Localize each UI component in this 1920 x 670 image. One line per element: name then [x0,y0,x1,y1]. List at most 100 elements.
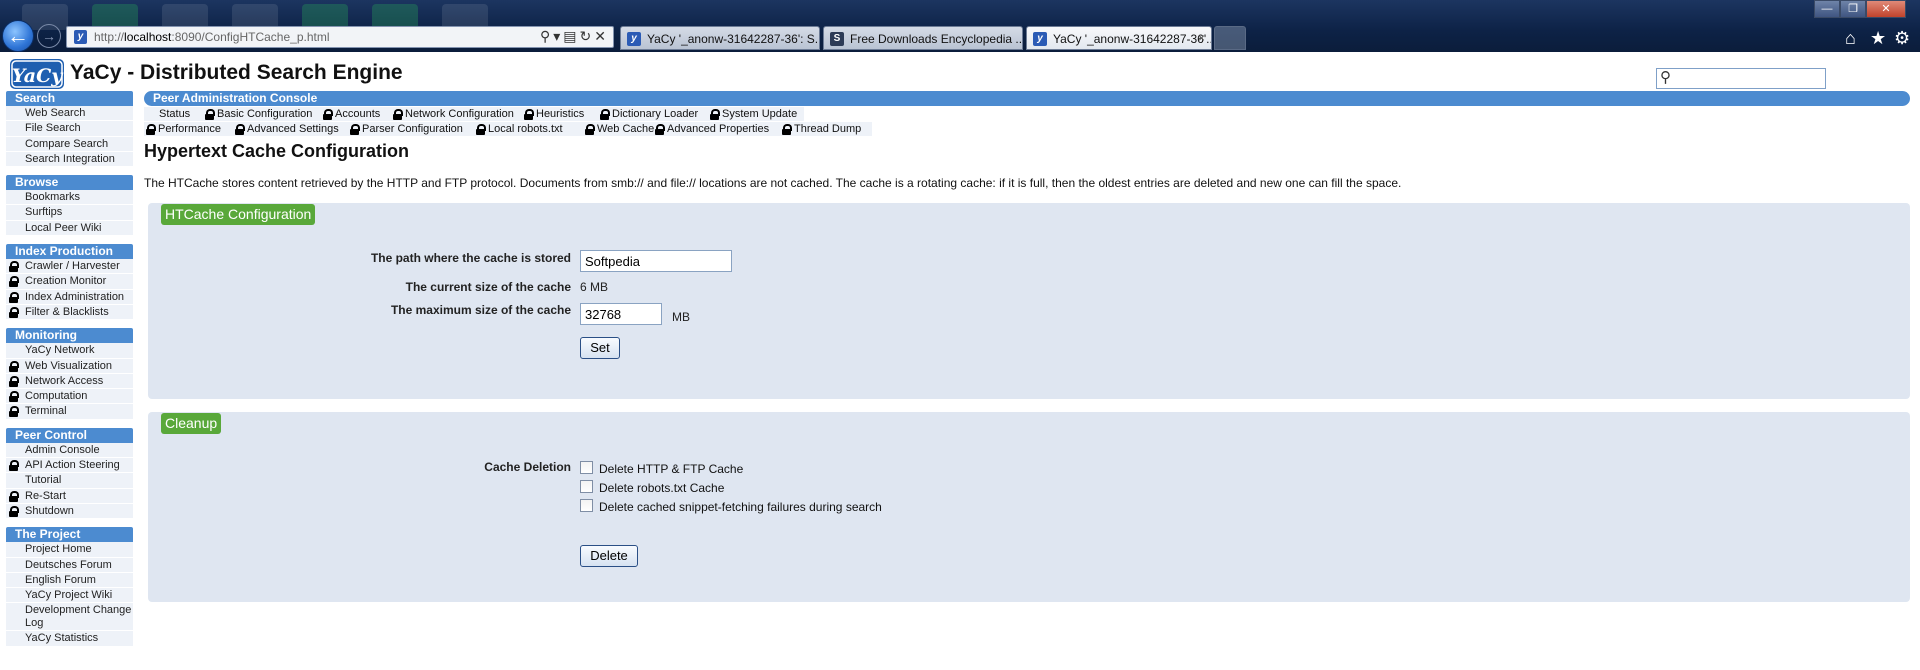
delete-http-ftp-option[interactable]: Delete HTTP & FTP Cache [580,461,743,476]
sidebar-item[interactable]: English Forum [6,572,133,589]
admin-nav-item[interactable]: Advanced Settings [235,122,339,136]
sidebar-item[interactable]: Re-Start [6,488,133,504]
admin-nav-item[interactable]: Advanced Properties [655,122,769,136]
delete-robots-checkbox[interactable] [580,480,593,494]
window-close-icon[interactable]: ✕ [1866,0,1906,18]
sidebar-item[interactable]: File Search [6,121,133,137]
sidebar-item[interactable]: Computation [6,389,133,405]
site-title: YaCy - Distributed Search Engine [70,61,403,84]
sidebar-item[interactable]: YaCy Project Wiki [6,588,133,604]
delete-http-ftp-checkbox[interactable] [580,461,593,475]
browser-tab[interactable]: S Free Downloads Encyclopedia ... [823,26,1023,50]
sidebar-item-label: Re-Start [25,489,66,502]
sidebar-item[interactable]: Shutdown [6,503,133,520]
delete-snippet-failures-checkbox[interactable] [580,499,593,513]
admin-nav-item[interactable]: Performance [146,122,221,136]
lock-icon [600,109,610,120]
sidebar-item[interactable]: Development Change Log [6,603,133,632]
search-icon[interactable]: ⚲ [540,28,553,44]
sidebar-item-label: English Forum [25,573,96,586]
admin-nav-item[interactable]: Accounts [323,107,380,121]
sidebar-item[interactable]: Project Home [6,542,133,558]
lock-icon [393,109,403,120]
cache-deletion-label: Cache Deletion [484,460,571,474]
admin-nav-label: Heuristics [536,108,585,120]
sidebar-item[interactable]: Network Access [6,373,133,390]
dropdown-icon[interactable]: ▾ [553,28,563,44]
lock-icon [655,124,665,135]
lock-icon [146,124,156,135]
refresh-icon[interactable]: ↻ [580,28,595,44]
admin-nav-item[interactable]: Local robots.txt [476,122,563,136]
admin-nav-item[interactable]: Web Cache [585,122,654,136]
sidebar-item[interactable]: Local Peer Wiki [6,220,133,237]
delete-robots-option[interactable]: Delete robots.txt Cache [580,480,724,495]
sidebar-item[interactable]: Tutorial [6,473,133,489]
sidebar-item[interactable]: Filter & Blacklists [6,304,133,321]
sidebar-item[interactable]: Bookmarks [6,190,133,206]
admin-nav-item[interactable]: Status [159,107,190,121]
admin-nav-item[interactable]: System Update [710,107,797,121]
max-size-unit: MB [672,310,690,324]
admin-nav-item[interactable]: Thread Dump [782,122,861,136]
address-bar-buttons[interactable]: ⚲▾▤↻✕ [540,28,609,45]
svg-text:YaCy: YaCy [12,65,65,87]
admin-nav-label: Local robots.txt [488,123,563,135]
delete-snippet-failures-option[interactable]: Delete cached snippet-fetching failures … [580,499,882,514]
sidebar-heading: Monitoring [6,328,133,344]
yacy-logo[interactable]: YaCy [9,57,65,91]
sidebar-item-label: Web Visualization [25,359,113,372]
new-tab-button[interactable] [1214,26,1246,50]
admin-nav-item[interactable]: Network Configuration [393,107,514,121]
address-bar[interactable]: y http://localhost:8090/ConfigHTCache_p.… [66,26,614,48]
browser-tab-active[interactable]: y YaCy '_anonw-31642287-36'... × [1026,26,1212,50]
lock-icon [782,124,792,135]
sidebar-item-label: Development Change Log [25,604,132,630]
sidebar-item[interactable]: Index Administration [6,289,133,305]
yacy-favicon-icon: y [1033,32,1047,46]
sidebar-item[interactable]: Crawler / Harvester [6,259,133,275]
sidebar-item[interactable]: Web Visualization [6,358,133,374]
stop-icon[interactable]: ✕ [594,28,609,44]
yacy-favicon-icon: y [74,30,87,44]
sidebar-item[interactable]: Admin Console [6,442,133,459]
tab-close-icon[interactable]: × [1198,31,1205,45]
top-search-input[interactable]: ⚲ [1656,68,1826,89]
address-url[interactable]: http://localhost:8090/ConfigHTCache_p.ht… [94,30,330,44]
cache-path-input[interactable] [580,250,732,272]
sidebar-item[interactable]: Terminal [6,404,133,420]
admin-nav-label: Status [159,108,191,120]
restore-icon[interactable]: ❐ [1840,0,1866,18]
sidebar-item[interactable]: Compare Search [6,136,133,152]
sidebar-item[interactable]: Deutsches Forum [6,557,133,573]
yacy-favicon-icon: y [627,32,641,46]
delete-button[interactable]: Delete [580,545,638,567]
sidebar-item[interactable]: Web Search [6,106,133,122]
browser-tab[interactable]: y YaCy '_anonw-31642287-36': S... [620,26,820,50]
home-icon[interactable]: ⌂ [1845,28,1856,49]
lock-icon [9,306,19,318]
compat-view-icon[interactable]: ▤ [563,28,579,44]
forward-icon[interactable]: → [37,24,61,48]
sidebar-item[interactable]: YaCy Statistics [6,631,133,647]
admin-nav-item[interactable]: Dictionary Loader [600,107,698,121]
sidebar-heading: Browse [6,175,133,191]
back-icon[interactable]: ← [2,20,34,52]
set-button[interactable]: Set [580,337,620,359]
admin-nav-item[interactable]: Basic Configuration [205,107,312,121]
admin-nav-item[interactable]: Parser Configuration [350,122,463,136]
sidebar-item[interactable]: Surftips [6,205,133,221]
sidebar-item-label: Deutsches Forum [25,558,112,571]
max-size-input[interactable] [580,303,662,325]
admin-nav-label: Web Cache [597,123,655,135]
tools-gear-icon[interactable]: ⚙ [1894,28,1910,49]
minimize-icon[interactable]: — [1814,0,1840,18]
sidebar-item[interactable]: API Action Steering [6,458,133,474]
sidebar-item[interactable]: Search Integration [6,151,133,168]
admin-nav-item[interactable]: Heuristics [524,107,584,121]
sidebar-item[interactable]: YaCy Network [6,343,133,359]
lock-icon [205,109,215,120]
favorites-star-icon[interactable]: ★ [1870,28,1886,49]
sidebar-item[interactable]: Creation Monitor [6,274,133,290]
admin-nav-label: Thread Dump [794,123,862,135]
